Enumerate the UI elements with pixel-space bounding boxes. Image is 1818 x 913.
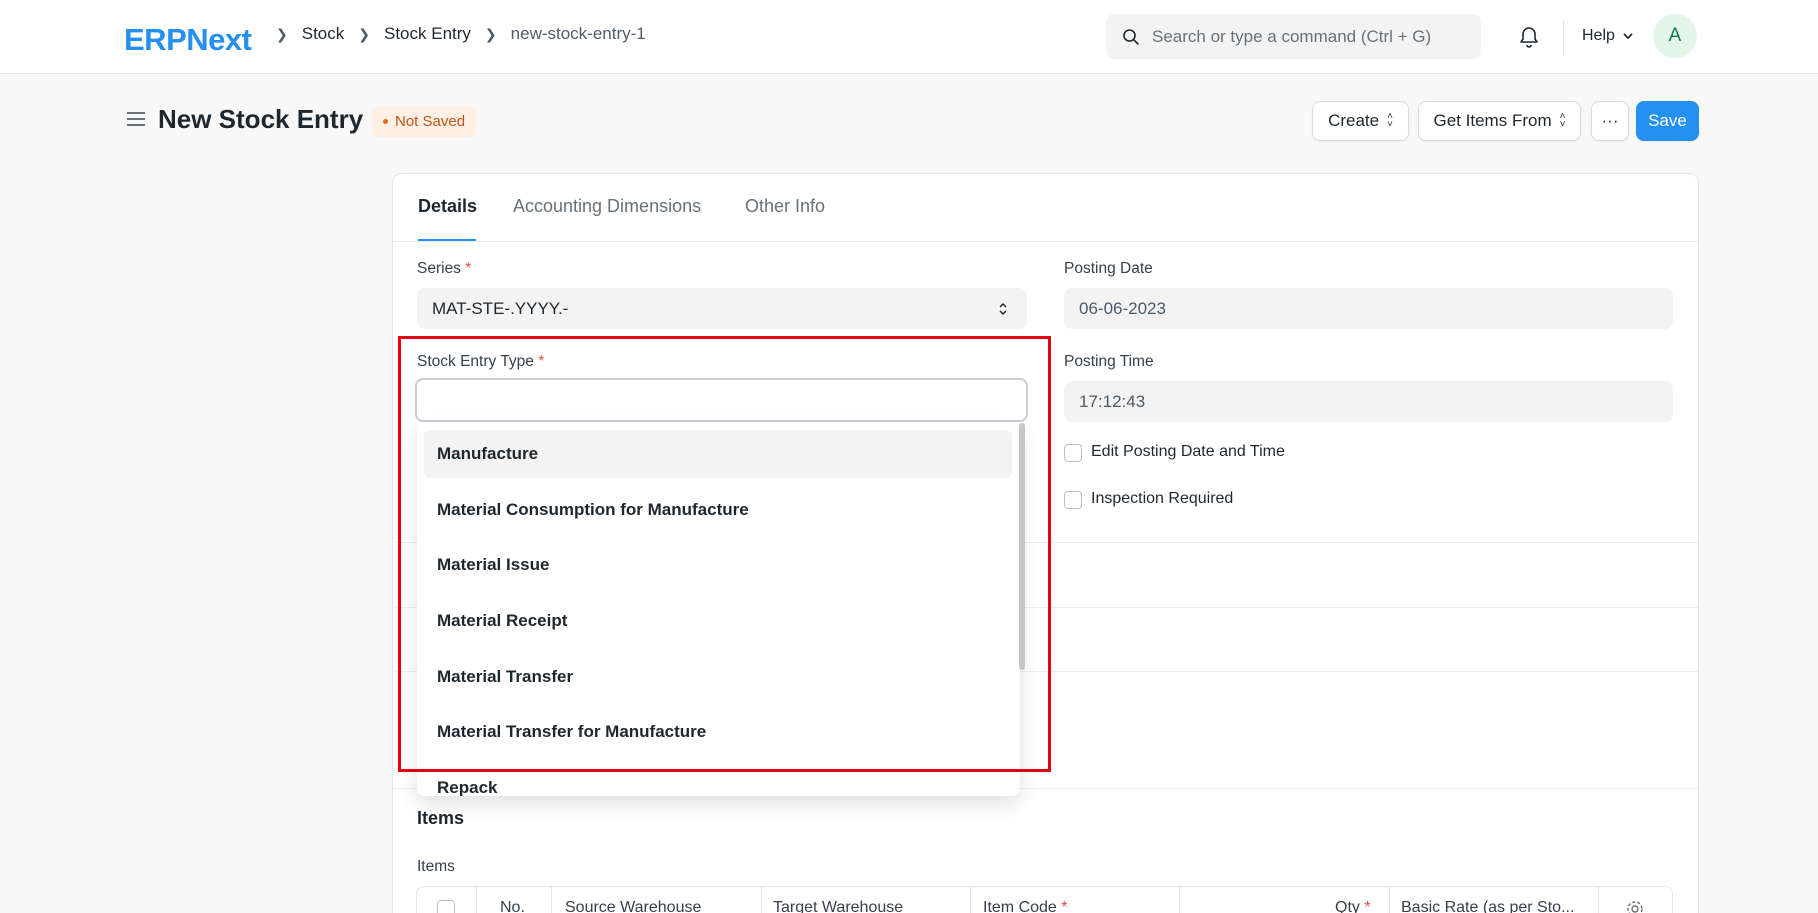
page-title: New Stock Entry — [158, 104, 364, 134]
column-qty: Qty * — [1335, 899, 1371, 913]
more-actions-button[interactable]: ··· — [1591, 101, 1629, 141]
breadcrumb: ❯ Stock ❯ Stock Entry ❯ new-stock-entry-… — [262, 24, 646, 44]
column-target-warehouse: Target Warehouse — [773, 899, 904, 913]
get-items-from-button[interactable]: Get Items From ˄ ˅ — [1418, 101, 1581, 141]
search-input[interactable]: Search or type a command (Ctrl + G) — [1106, 14, 1481, 59]
chevron-right-icon: ❯ — [358, 25, 370, 42]
select-all-checkbox[interactable] — [437, 900, 455, 913]
posting-time-field[interactable]: 17:12:43 — [1064, 381, 1673, 422]
posting-date-field[interactable]: 06-06-2023 — [1064, 288, 1673, 329]
navbar: ERPNext ❯ Stock ❯ Stock Entry ❯ new-stoc… — [0, 0, 1818, 74]
dropdown-option[interactable]: Repack — [424, 764, 1012, 796]
stock-entry-type-dropdown: Manufacture Material Consumption for Man… — [417, 422, 1020, 796]
active-tab-indicator — [418, 239, 476, 241]
form-tabs: Details Accounting Dimensions Other Info — [393, 174, 1698, 242]
series-select[interactable]: MAT-STE-.YYYY.- — [417, 288, 1027, 329]
series-label: Series * — [417, 260, 472, 277]
chevron-down-icon — [1623, 33, 1633, 40]
edit-posting-checkbox[interactable] — [1064, 444, 1082, 462]
sort-chevron-icon: ˄ ˅ — [1387, 111, 1393, 130]
select-chevron-icon — [999, 302, 1007, 316]
stock-entry-type-label: Stock Entry Type * — [417, 353, 545, 370]
status-dot-icon — [383, 119, 388, 124]
items-section-title: Items — [417, 808, 465, 828]
erpnext-logo[interactable]: ERPNext — [124, 22, 252, 58]
breadcrumb-stock-entry[interactable]: Stock Entry — [384, 24, 471, 44]
stock-entry-type-input[interactable] — [415, 378, 1028, 422]
get-items-from-label: Get Items From — [1433, 111, 1552, 130]
sort-chevron-icon: ˄ ˅ — [1559, 111, 1566, 130]
dropdown-option[interactable]: Material Transfer — [424, 653, 1012, 701]
tab-accounting-dimensions[interactable]: Accounting Dimensions — [513, 196, 701, 217]
status-text: Not Saved — [395, 113, 466, 130]
inspection-required-checkbox[interactable] — [1064, 491, 1082, 509]
edit-posting-label: Edit Posting Date and Time — [1091, 443, 1285, 460]
posting-time-label: Posting Time — [1064, 353, 1154, 370]
breadcrumb-current: new-stock-entry-1 — [510, 24, 646, 43]
create-button[interactable]: Create ˄ ˅ — [1312, 101, 1409, 141]
column-basic-rate: Basic Rate (as per Sto... — [1401, 899, 1575, 913]
tab-details[interactable]: Details — [418, 196, 477, 217]
posting-date-label: Posting Date — [1064, 260, 1153, 277]
series-value: MAT-STE-.YYYY.- — [432, 298, 569, 318]
column-item-code: Item Code * — [983, 899, 1068, 913]
dropdown-option[interactable]: Material Receipt — [424, 597, 1012, 645]
nav-divider — [1563, 20, 1564, 54]
avatar[interactable]: A — [1653, 14, 1697, 58]
search-placeholder: Search or type a command (Ctrl + G) — [1152, 26, 1432, 46]
breadcrumb-stock[interactable]: Stock — [302, 24, 345, 44]
dropdown-scrollbar[interactable] — [1019, 423, 1025, 670]
chevron-right-icon: ❯ — [276, 25, 288, 42]
inspection-required-label: Inspection Required — [1091, 490, 1234, 507]
create-label: Create — [1328, 111, 1380, 130]
chevron-right-icon: ❯ — [484, 25, 497, 42]
column-source-warehouse: Source Warehouse — [565, 899, 702, 913]
save-button[interactable]: Save — [1636, 101, 1699, 141]
help-menu[interactable]: Help — [1582, 27, 1635, 45]
column-no: No. — [500, 899, 525, 913]
status-badge: Not Saved — [372, 106, 477, 137]
help-label: Help — [1582, 27, 1615, 44]
items-table-label: Items — [417, 858, 455, 875]
gear-icon[interactable] — [1626, 900, 1644, 913]
dropdown-option[interactable]: Manufacture — [424, 430, 1012, 478]
dropdown-option[interactable]: Material Consumption for Manufacture — [424, 486, 1012, 534]
bell-icon[interactable] — [1518, 24, 1540, 53]
search-icon — [1123, 28, 1139, 45]
sidebar-toggle-icon[interactable] — [126, 109, 146, 134]
dropdown-option[interactable]: Material Transfer for Manufacture — [424, 708, 1012, 756]
dropdown-option[interactable]: Material Issue — [424, 541, 1012, 589]
items-table-header: No. Source Warehouse Target Warehouse It… — [416, 886, 1673, 913]
tab-other-info[interactable]: Other Info — [745, 196, 825, 217]
ellipsis-icon: ··· — [1601, 111, 1619, 130]
